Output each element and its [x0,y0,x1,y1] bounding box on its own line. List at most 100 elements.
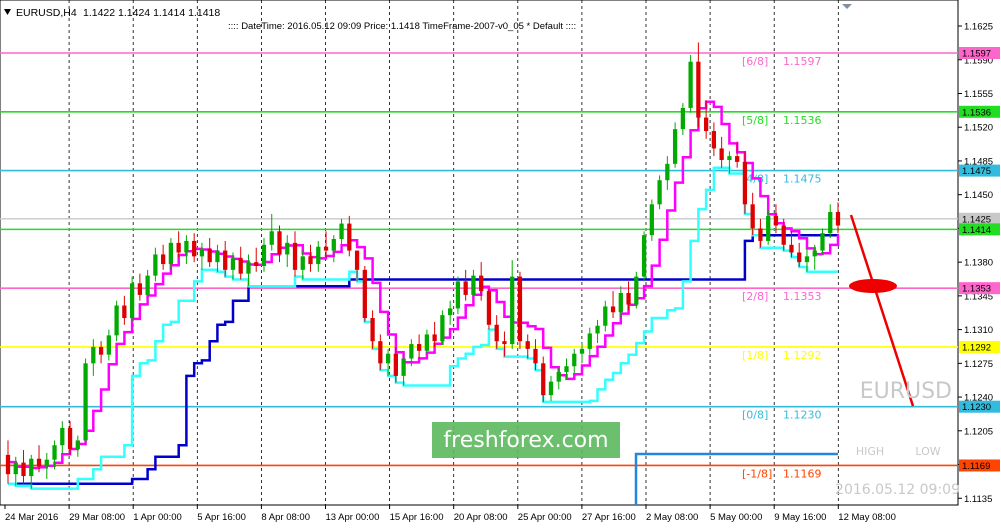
candle-body [323,246,329,251]
candle-body [246,262,251,274]
candle-body [727,156,732,160]
level-value: 1.1292 [783,349,822,362]
candle-body [440,315,445,342]
candle-body [292,242,298,270]
candle-body [758,228,763,241]
x-tick-label: 1 Apr 00:00 [133,512,182,523]
candle-body [517,276,523,342]
candle-body [502,341,507,345]
candle-body [572,353,577,367]
y-tick-label: 1.1310 [964,325,993,336]
candle-body [347,223,352,251]
level-label: [5/8] [742,114,768,127]
candle-body [750,204,755,229]
candle-body [665,163,670,181]
candle-body [703,117,709,132]
candle-body [91,346,96,364]
price-chart[interactable]: [6/8] 1.1597[5/8] 1.1536[4/8] 1.1475[2/8] 1.… [0,0,1001,529]
y-tick-label: 1.1135 [964,494,992,505]
candle-body [60,427,65,446]
candle-body [339,223,344,240]
candle-body [735,156,740,162]
candle-body [820,233,825,251]
candle-body [106,335,111,355]
candle-body [463,281,468,295]
candle-body [556,372,561,382]
candle-body [804,256,810,263]
level-value: 1.1230 [783,409,822,422]
level-label: [0/8] [742,409,768,422]
price-axis: 1.16251.15901.15551.15201.14851.14501.14… [958,22,1000,505]
candle-body [98,346,104,355]
candle-body [269,231,274,245]
y-tick-label: 1.1625 [964,22,993,33]
candle-body [626,292,631,305]
candle-body [385,353,391,364]
candle-body [44,459,49,467]
candle-body [812,250,817,257]
x-tick-label: 25 Apr 00:00 [518,512,572,523]
candle-body [525,341,530,349]
y-tick-label: 1.1555 [964,89,993,100]
candle-body [766,215,771,241]
candle-body [199,248,205,257]
candle-body [409,344,414,359]
candle-body [634,276,639,305]
candle-body [672,129,678,164]
level-value: 1.1536 [783,114,822,127]
candle-body [789,244,794,253]
candle-body [52,445,57,460]
candle-body [153,254,158,276]
candle-body [541,363,546,396]
level-label: [1/8] [742,349,768,362]
price-tag-label: 1.1597 [962,49,991,60]
y-tick-label: 1.1275 [964,359,993,370]
candle-body [603,306,608,326]
candle-body [479,275,484,292]
candle-body [471,275,476,295]
y-tick-label: 1.1450 [964,190,993,201]
level-value: 1.1475 [783,173,822,186]
price-tag-label: 1.1536 [962,107,991,118]
x-tick-label: 20 Apr 08:00 [454,512,508,523]
candle-body [114,305,119,336]
chart-ohlc: 1.1422 1.1424 1.1414 1.1418 [83,7,220,19]
candle-body [494,324,499,342]
candle-body [223,250,228,270]
candle-body [595,325,600,334]
candle-body [486,291,492,325]
datetime-watermark: 2016.05.12 09:09 [835,482,960,498]
candle-body [370,318,375,342]
candle-body [696,61,701,118]
candle-body [261,244,267,266]
symbol-watermark: EURUSD [860,379,952,404]
price-tag-label: 1.1230 [962,402,991,413]
level-label: [-1/8] [742,467,772,480]
candle-body [145,275,150,295]
x-tick-label: 2 May 08:00 [646,512,698,523]
candle-body [13,462,18,475]
level-value: 1.1353 [783,290,822,303]
x-tick-label: 24 Mar 2016 [5,512,58,523]
candle-body [83,363,88,441]
candle-body [649,204,654,236]
candle-body [254,262,259,266]
candle-body [316,246,321,265]
level-value: 1.1597 [783,55,822,68]
candle-body [432,334,437,342]
candle-body [277,231,282,255]
indicator-info: :::: DateTime: 2016.05.12 09:09 Price: 1… [228,21,576,32]
candle-body [773,215,779,226]
time-axis: 24 Mar 2016 29 Mar 08:00 1 Apr 00:00 5 Apr … [4,505,896,523]
candle-body [579,348,585,354]
candle-body [455,281,461,309]
candle-body [192,240,197,257]
candle-body [362,269,367,319]
candle-body [610,306,616,313]
candle-body [354,250,360,270]
candle-body [657,180,662,205]
candle-body [378,341,383,364]
x-tick-label: 8 Apr 08:00 [261,512,310,523]
candle-body [129,283,135,319]
candle-body [641,235,647,277]
